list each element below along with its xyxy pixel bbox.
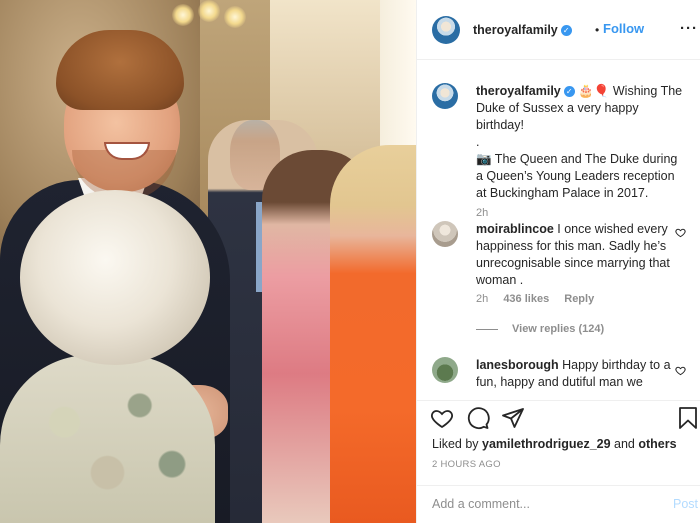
caption-line-2: 📷 The Queen and The Duke during a Queen’… <box>476 152 678 200</box>
reply-button[interactable]: Reply <box>564 293 594 305</box>
comment-likes[interactable]: 436 likes <box>503 293 549 305</box>
more-options-icon[interactable]: ··· <box>680 20 698 37</box>
post-side-panel: theroyalfamily ✓ • Follow ··· theroyalfam… <box>416 0 700 523</box>
post-comment-button[interactable]: Post <box>673 497 698 511</box>
comment-text: lanesborough Happy birthday to a fun, ha… <box>476 358 671 389</box>
avatar[interactable] <box>432 83 458 109</box>
header-separator: • <box>595 23 600 37</box>
follow-button[interactable]: Follow <box>603 21 644 36</box>
avatar[interactable] <box>432 221 458 247</box>
comment-time[interactable]: 2h <box>476 293 488 305</box>
comment-meta: 2h 436 likes Reply <box>476 293 606 305</box>
share-icon[interactable] <box>501 406 525 430</box>
post-actions: Liked by yamilethrodriguez_29 and others… <box>417 400 700 522</box>
avatar[interactable] <box>432 16 460 44</box>
add-comment-bar: Add a comment... Post <box>417 485 700 523</box>
caption-time[interactable]: 2h <box>476 207 488 219</box>
photo-lamp <box>172 4 194 26</box>
comment-text: moirablincoe I once wished every happine… <box>476 222 670 287</box>
caption-text: theroyalfamily ✓ 🎂🎈 Wishing The Duke of S… <box>476 83 686 202</box>
comment-username[interactable]: lanesborough <box>476 358 559 372</box>
caption-username[interactable]: theroyalfamily <box>476 84 561 98</box>
post-timestamp[interactable]: 2 HOURS AGO <box>432 459 501 470</box>
comment-username[interactable]: moirablincoe <box>476 222 554 236</box>
post-header: theroyalfamily ✓ • Follow ··· <box>417 0 700 60</box>
caption-meta: 2h <box>476 207 500 219</box>
liked-by: Liked by yamilethrodriguez_29 and others <box>432 437 677 451</box>
like-comment-heart-icon[interactable] <box>675 227 686 238</box>
add-comment-input[interactable]: Add a comment... <box>432 497 652 511</box>
heart-icon[interactable] <box>430 406 454 430</box>
verified-badge-icon: ✓ <box>563 86 575 98</box>
caption-dot: . <box>476 135 480 149</box>
like-comment-heart-icon[interactable] <box>675 365 686 376</box>
view-replies-line <box>476 328 498 330</box>
bookmark-icon[interactable] <box>676 406 700 430</box>
photo-lamp <box>198 0 220 22</box>
photo-person-orange-dress <box>330 145 416 523</box>
view-replies-button[interactable]: View replies (124) <box>476 323 604 335</box>
photo-window <box>380 0 416 150</box>
photo-lamp <box>224 6 246 28</box>
liked-by-user[interactable]: yamilethrodriguez_29 <box>482 437 611 451</box>
verified-badge-icon: ✓ <box>560 25 572 37</box>
comment-icon[interactable] <box>466 406 490 430</box>
header-username[interactable]: theroyalfamily ✓ <box>473 23 572 37</box>
liked-by-others[interactable]: others <box>638 437 676 451</box>
comments-section[interactable]: theroyalfamily ✓ 🎂🎈 Wishing The Duke of S… <box>417 61 700 399</box>
photo-person-queen <box>0 190 215 523</box>
post-photo[interactable] <box>0 0 416 523</box>
caption-emoji: 🎂🎈 <box>578 84 610 98</box>
avatar[interactable] <box>432 357 458 383</box>
